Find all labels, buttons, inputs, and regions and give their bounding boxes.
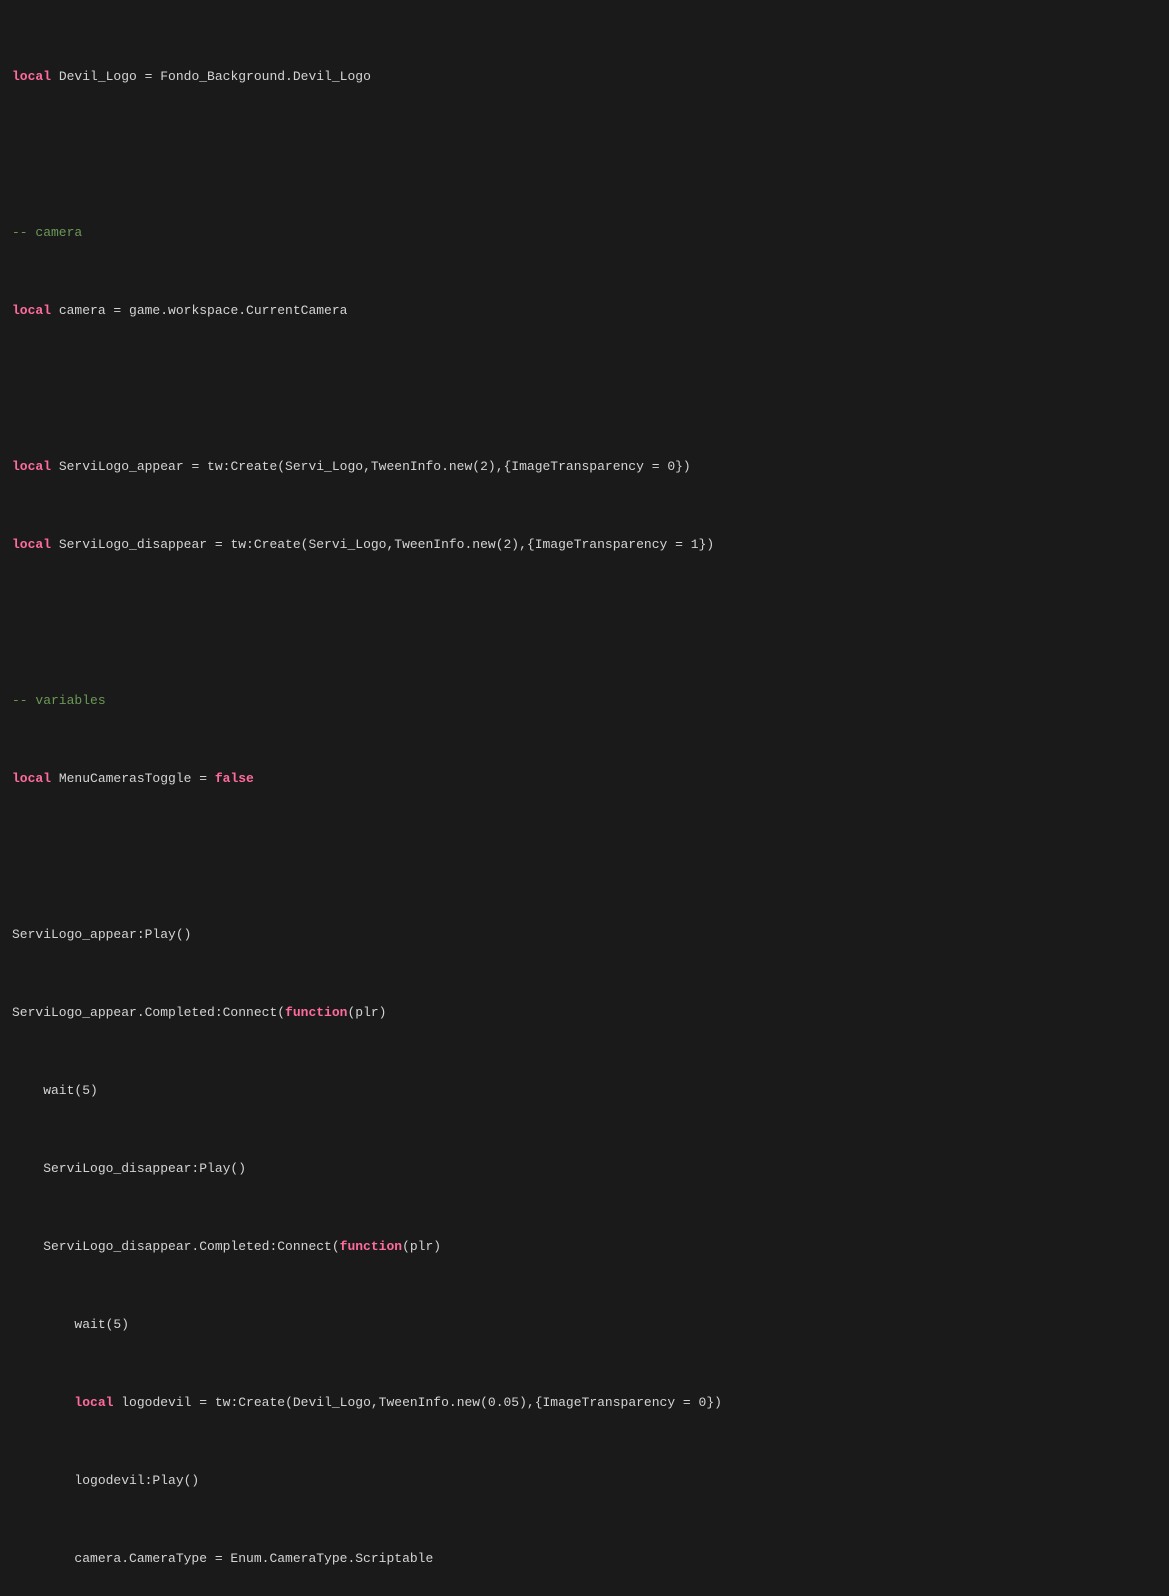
line-14: wait(5) (0, 1081, 1169, 1101)
line-11 (0, 847, 1169, 867)
line-13: ServiLogo_appear.Completed:Connect(funct… (0, 1003, 1169, 1023)
line-1: local Devil_Logo = Fondo_Background.Devi… (0, 67, 1169, 87)
line-8 (0, 613, 1169, 633)
line-19: logodevil:Play() (0, 1471, 1169, 1491)
line-2 (0, 145, 1169, 165)
line-7: local ServiLogo_disappear = tw:Create(Se… (0, 535, 1169, 555)
line-15: ServiLogo_disappear:Play() (0, 1159, 1169, 1179)
line-10: local MenuCamerasToggle = false (0, 769, 1169, 789)
line-9: -- variables (0, 691, 1169, 711)
line-20: camera.CameraType = Enum.CameraType.Scri… (0, 1549, 1169, 1569)
line-18: local logodevil = tw:Create(Devil_Logo,T… (0, 1393, 1169, 1413)
line-3: -- camera (0, 223, 1169, 243)
line-5 (0, 379, 1169, 399)
line-17: wait(5) (0, 1315, 1169, 1335)
line-4: local camera = game.workspace.CurrentCam… (0, 301, 1169, 321)
line-16: ServiLogo_disappear.Completed:Connect(fu… (0, 1237, 1169, 1257)
line-6: local ServiLogo_appear = tw:Create(Servi… (0, 457, 1169, 477)
code-editor: local Devil_Logo = Fondo_Background.Devi… (0, 0, 1169, 1596)
line-12: ServiLogo_appear:Play() (0, 925, 1169, 945)
